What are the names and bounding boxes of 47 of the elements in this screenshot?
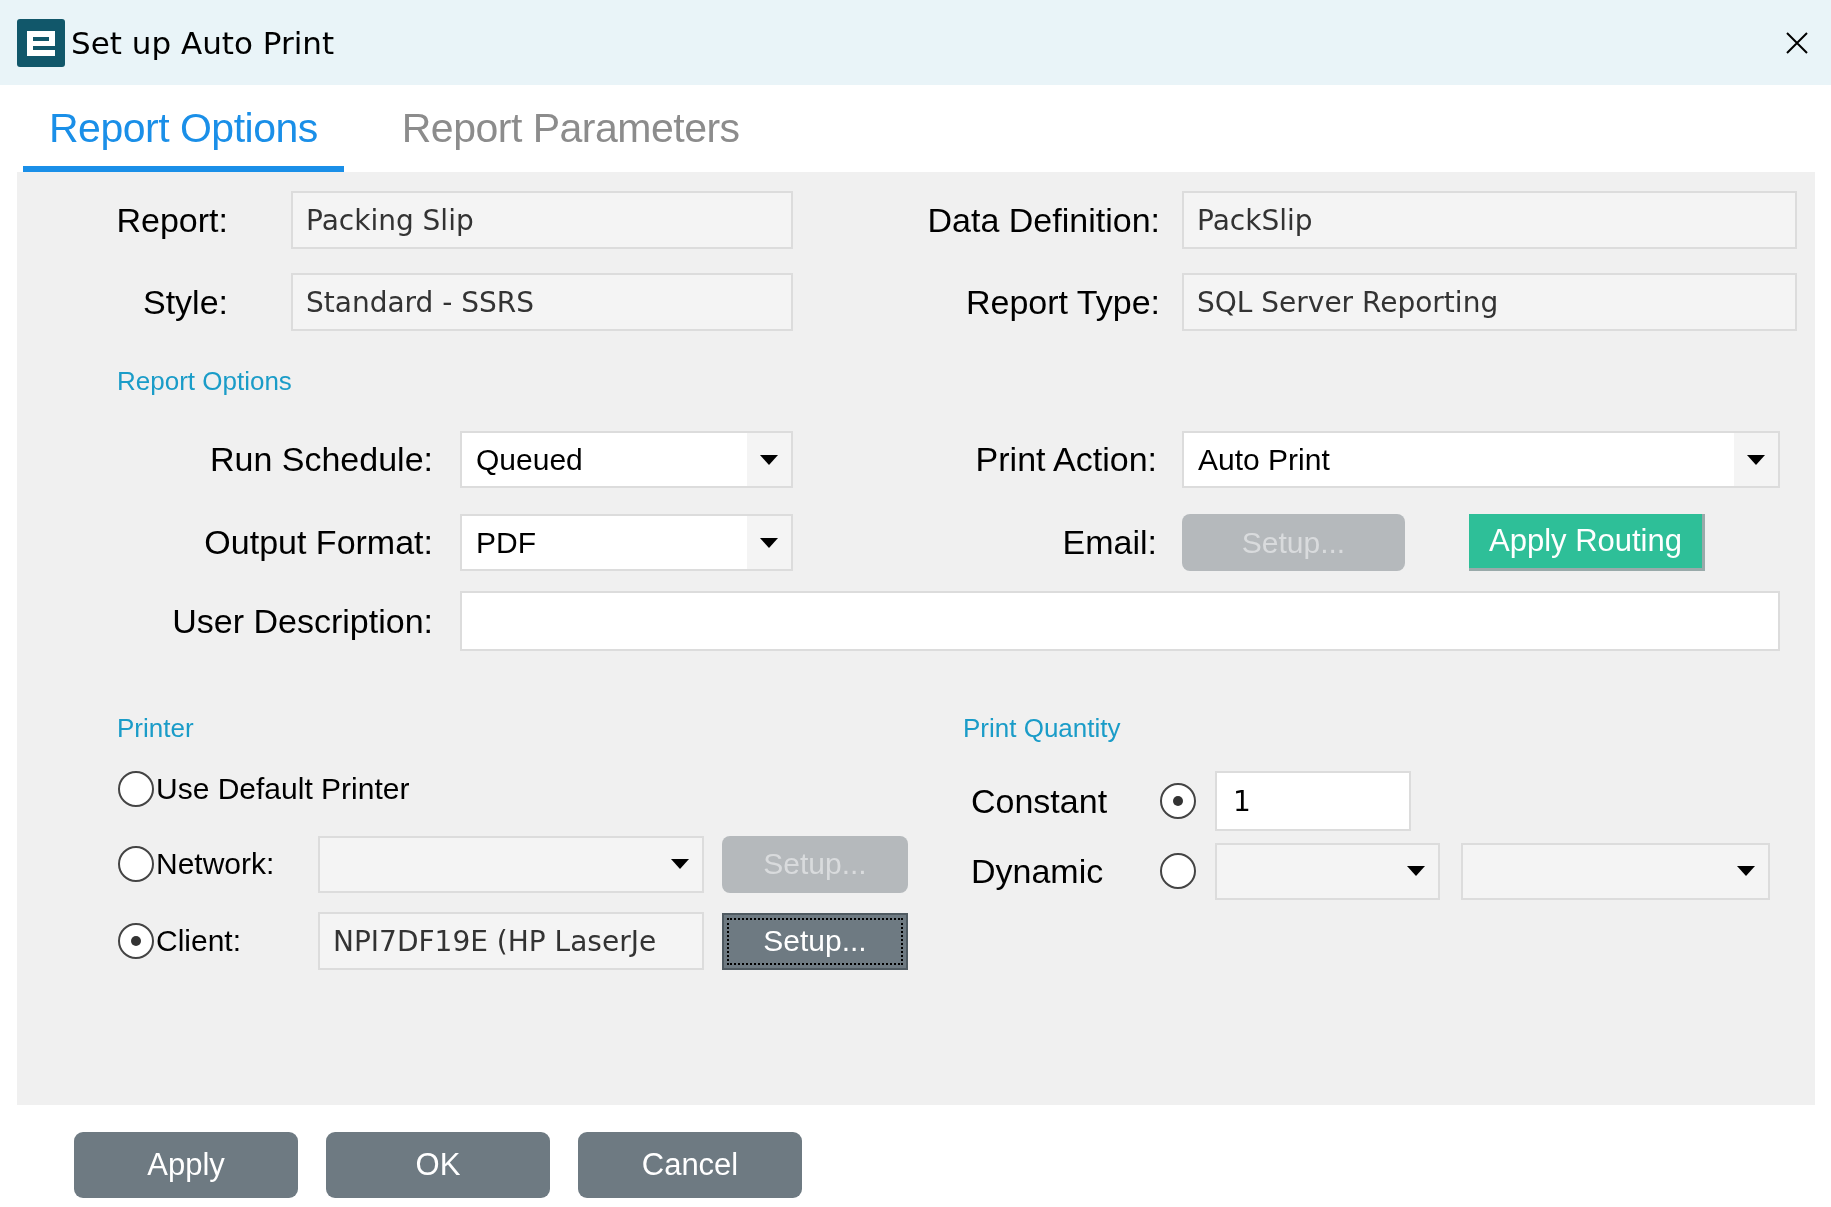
close-icon[interactable] bbox=[1785, 30, 1809, 55]
dropdown-arrow-icon bbox=[1747, 454, 1765, 465]
window-title: Set up Auto Print bbox=[71, 24, 336, 61]
section-heading: Report Options bbox=[117, 366, 293, 397]
dropdown-arrow-icon bbox=[1737, 866, 1755, 876]
read-only-field: SQL Server Reporting bbox=[1182, 273, 1797, 331]
dropdown[interactable]: PDF bbox=[460, 514, 793, 571]
radio-label: Network: bbox=[156, 847, 276, 881]
read-only-field: NPI7DF19E (HP LaserJe bbox=[318, 912, 704, 970]
field-label: User Description: bbox=[171, 601, 433, 641]
field-label: Output Format: bbox=[203, 523, 433, 562]
read-only-field: PackSlip bbox=[1182, 191, 1797, 249]
radio-label: Constant bbox=[971, 781, 1109, 821]
read-only-field: Standard - SSRS bbox=[291, 273, 793, 331]
field-label: Report Type: bbox=[964, 282, 1160, 322]
dialog-button[interactable]: Apply bbox=[74, 1132, 298, 1198]
radio-label: Client: bbox=[156, 924, 243, 958]
dropdown-arrow-icon bbox=[1407, 866, 1425, 876]
app-logo-icon bbox=[17, 18, 65, 67]
radio-label: Dynamic bbox=[971, 851, 1105, 891]
setup-button[interactable]: Setup... bbox=[722, 912, 908, 970]
radio-button[interactable] bbox=[1160, 783, 1196, 819]
field-label: Report: bbox=[115, 200, 228, 240]
radio-label: Use Default Printer bbox=[156, 772, 410, 806]
radio-button[interactable] bbox=[118, 846, 154, 882]
field-label: Run Schedule: bbox=[208, 440, 433, 479]
section-heading: Printer bbox=[117, 713, 195, 744]
dialog-button[interactable]: Cancel bbox=[578, 1132, 802, 1198]
field-label: Email: bbox=[1061, 523, 1157, 562]
dropdown-arrow-icon bbox=[760, 537, 778, 548]
dropdown-arrow-icon bbox=[760, 454, 778, 465]
dropdown[interactable]: Queued bbox=[460, 431, 793, 488]
radio-button[interactable] bbox=[1160, 853, 1196, 889]
user-description-field[interactable] bbox=[460, 591, 1780, 651]
apply-routing-button[interactable]: Apply Routing bbox=[1469, 514, 1705, 571]
radio-button[interactable] bbox=[118, 923, 154, 959]
field-label: Print Action: bbox=[974, 440, 1157, 479]
dropdown-arrow-icon bbox=[671, 859, 689, 869]
field-label: Data Definition: bbox=[926, 200, 1160, 240]
field-label: Style: bbox=[141, 282, 228, 322]
tab[interactable]: Report Parameters bbox=[375, 105, 766, 172]
section-heading: Print Quantity bbox=[963, 713, 1122, 744]
quantity-field[interactable]: 1 bbox=[1215, 771, 1411, 831]
read-only-field: Packing Slip bbox=[291, 191, 793, 249]
radio-button[interactable] bbox=[118, 771, 154, 807]
dialog-button[interactable]: OK bbox=[326, 1132, 550, 1198]
dropdown[interactable]: Auto Print bbox=[1182, 431, 1780, 488]
